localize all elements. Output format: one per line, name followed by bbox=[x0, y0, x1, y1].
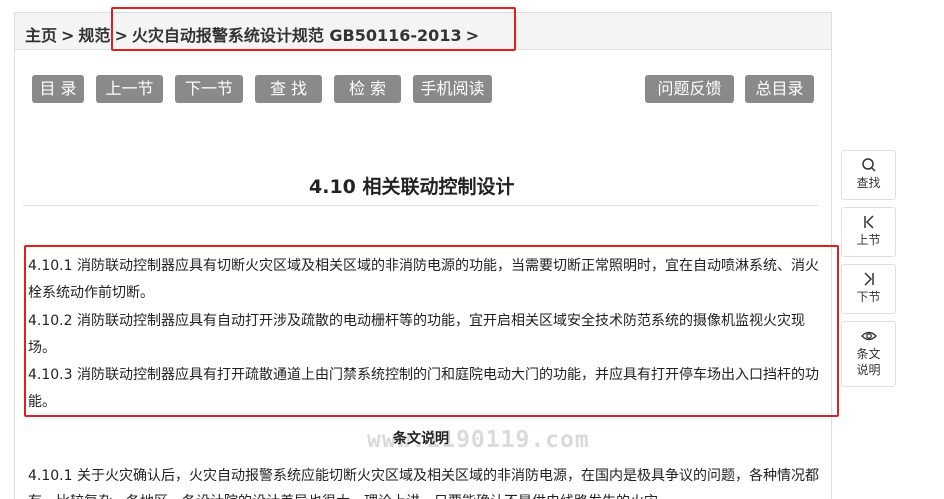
breadcrumb-home-link[interactable]: 主页 bbox=[25, 26, 57, 45]
side-tool-next[interactable]: 下节 bbox=[841, 264, 896, 314]
breadcrumb-separator: > bbox=[61, 26, 75, 45]
clause-4-10-3: 4.10.3 消防联动控制器应具有打开疏散通道上由门禁系统控制的门和庭院电动大门… bbox=[28, 367, 819, 411]
side-tool-label: 下节 bbox=[856, 290, 881, 304]
side-tool-label: 查找 bbox=[856, 176, 881, 190]
side-tool-find[interactable]: 查找 bbox=[841, 150, 896, 200]
explanation-heading: 条文说明 bbox=[393, 431, 449, 447]
title-divider bbox=[23, 205, 819, 206]
breadcrumb-separator: > bbox=[465, 26, 479, 45]
total-catalog-button[interactable]: 总目录 bbox=[745, 75, 814, 103]
search-button[interactable]: 检 索 bbox=[334, 75, 401, 103]
side-tool-prev[interactable]: 上节 bbox=[841, 207, 896, 257]
feedback-button[interactable]: 问题反馈 bbox=[645, 75, 734, 103]
breadcrumb-current-link[interactable]: 火灾自动报警系统设计规范 GB50116-2013 bbox=[132, 26, 462, 45]
breadcrumb-separator: > bbox=[114, 26, 128, 45]
clause-list: 4.10.1 消防联动控制器应具有切断火灾区域及相关区域的非消防电源的功能，当需… bbox=[28, 253, 820, 417]
side-tool-label: 上节 bbox=[856, 233, 881, 247]
find-button[interactable]: 查 找 bbox=[255, 75, 322, 103]
breadcrumb: 主页 > 规范 > 火灾自动报警系统设计规范 GB50116-2013 > bbox=[25, 22, 483, 46]
next-section-icon bbox=[863, 272, 874, 286]
prev-section-button[interactable]: 上一节 bbox=[96, 75, 163, 103]
section-title: 4.10 相关联动控制设计 bbox=[309, 176, 515, 198]
breadcrumb-spec-link[interactable]: 规范 bbox=[78, 26, 110, 45]
clause-4-10-1: 4.10.1 消防联动控制器应具有切断火灾区域及相关区域的非消防电源的功能，当需… bbox=[28, 258, 819, 302]
next-section-button[interactable]: 下一节 bbox=[175, 75, 243, 103]
eye-icon bbox=[860, 331, 877, 341]
side-tool-label: 条文说明 bbox=[856, 347, 881, 377]
side-tool-explanation[interactable]: 条文说明 bbox=[841, 321, 896, 387]
breadcrumb-bar: 主页 > 规范 > 火灾自动报警系统设计规范 GB50116-2013 > bbox=[15, 13, 831, 50]
prev-section-icon bbox=[863, 215, 874, 229]
content-page: 主页 > 规范 > 火灾自动报警系统设计规范 GB50116-2013 > 目 录 上一节… bbox=[14, 12, 832, 499]
mobile-read-button[interactable]: 手机阅读 bbox=[413, 75, 492, 103]
catalog-button[interactable]: 目 录 bbox=[32, 75, 84, 103]
explanation-text: 4.10.1 关于火灾确认后，火灾自动报警系统应能切断火灾区域及相关区域的非消防… bbox=[28, 468, 819, 499]
search-icon bbox=[861, 158, 876, 172]
clause-4-10-2: 4.10.2 消防联动控制器应具有自动打开涉及疏散的电动栅杆等的功能，宜开启相关… bbox=[28, 312, 805, 356]
